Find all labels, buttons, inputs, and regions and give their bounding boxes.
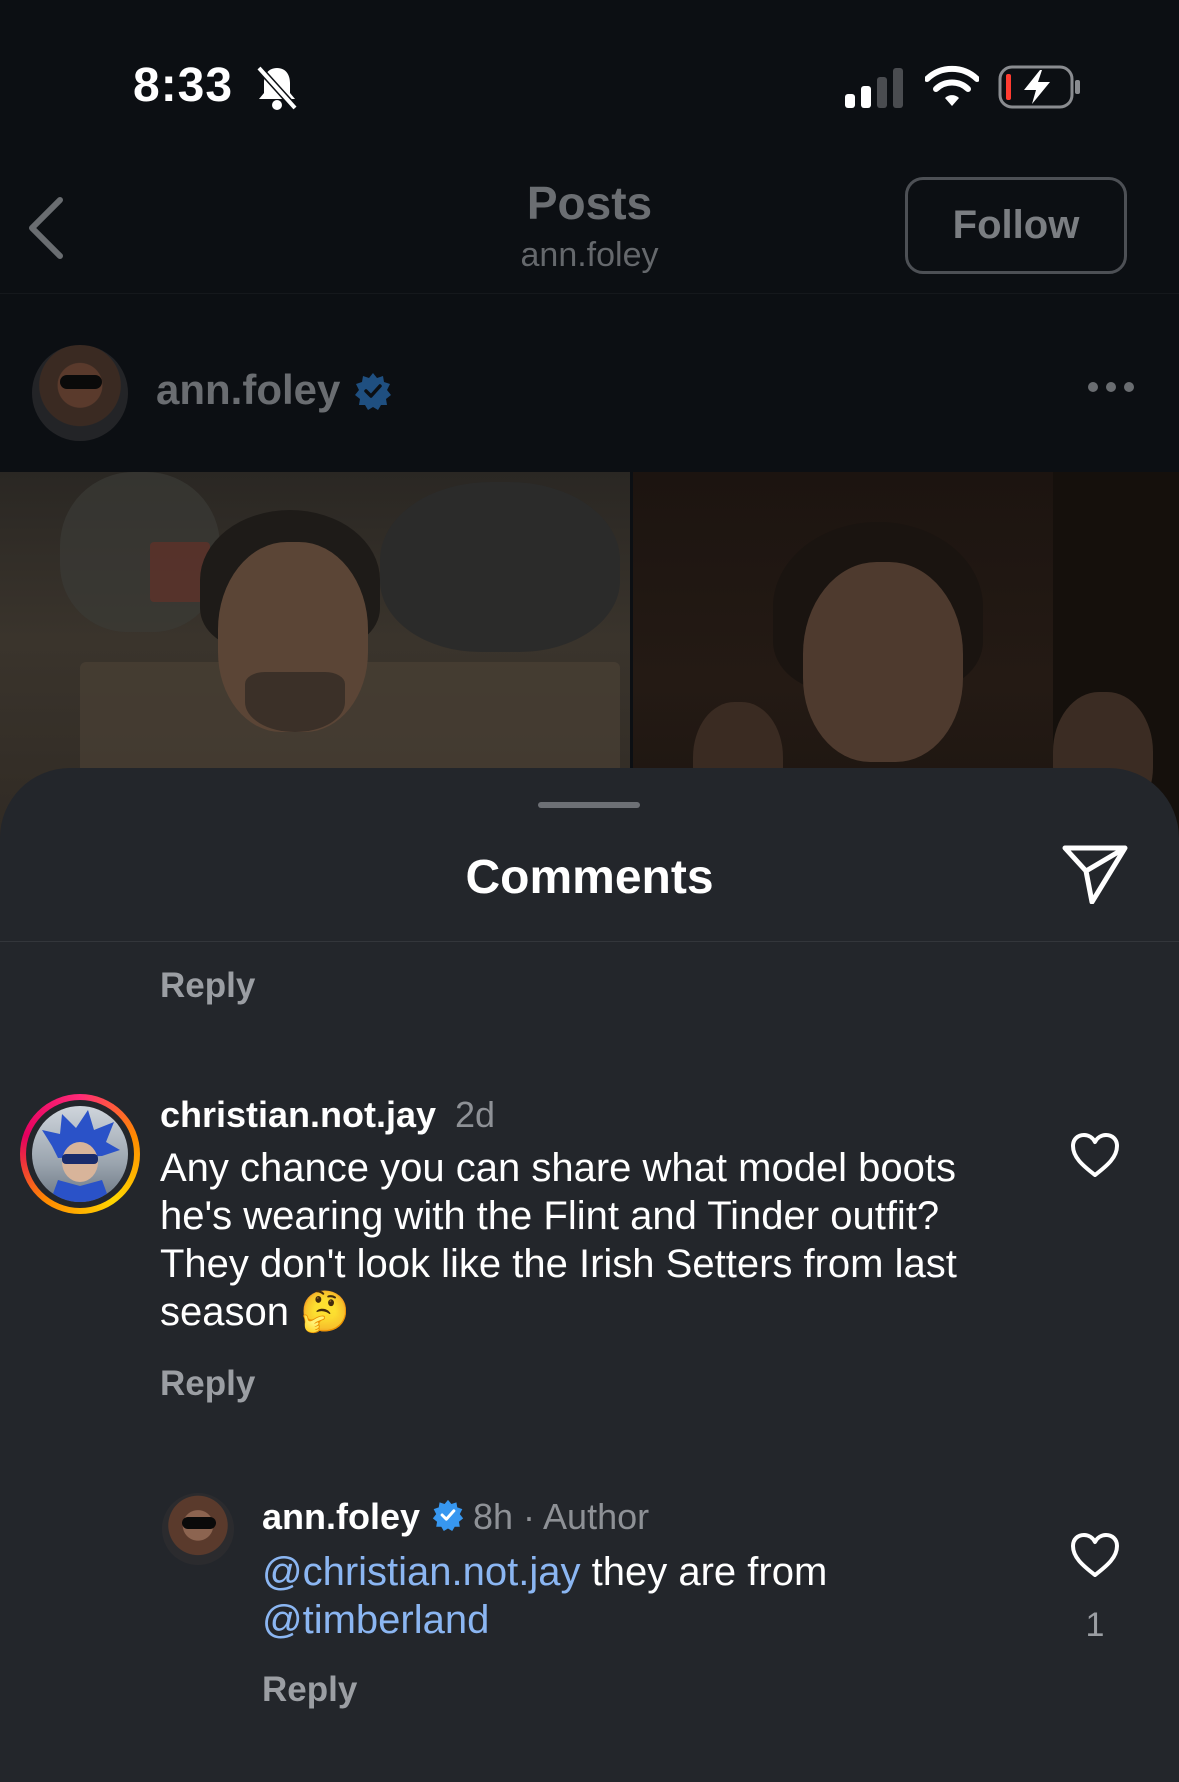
like-heart-icon[interactable]	[1070, 1532, 1120, 1578]
follow-button[interactable]: Follow	[905, 177, 1127, 274]
commenter-avatar[interactable]	[32, 1106, 128, 1202]
post-author-avatar[interactable]	[32, 345, 128, 441]
post-author-username[interactable]: ann.foley	[156, 366, 340, 414]
more-options-icon[interactable]	[1086, 380, 1136, 394]
status-time: 8:33	[133, 59, 234, 112]
verified-badge-icon	[432, 1499, 464, 1531]
comment-text: Any chance you can share what model boot…	[160, 1146, 957, 1334]
sheet-divider	[0, 941, 1179, 942]
reply-text: @christian.not.jay they are from @timber…	[262, 1548, 1022, 1644]
reply-link[interactable]: Reply	[160, 966, 255, 1006]
comments-title: Comments	[465, 851, 714, 904]
reply-link[interactable]: Reply	[262, 1670, 357, 1710]
reply-link[interactable]: Reply	[160, 1364, 255, 1404]
mention-link[interactable]: @christian.not.jay	[262, 1550, 581, 1594]
mention-link[interactable]: @timberland	[262, 1598, 489, 1642]
sheet-grabber[interactable]	[538, 802, 640, 808]
cellular-signal-icon	[845, 68, 903, 108]
commenter-username[interactable]: christian.not.jay	[160, 1094, 436, 1136]
reply-author-username[interactable]: ann.foley	[262, 1496, 420, 1538]
reply-text-body: they are from	[580, 1550, 828, 1594]
like-count: 1	[1085, 1606, 1105, 1644]
verified-badge-icon	[355, 373, 391, 410]
header-divider	[0, 293, 1179, 294]
battery-charging-icon	[998, 65, 1080, 109]
silent-bell-icon	[256, 65, 298, 111]
wifi-icon	[925, 65, 979, 106]
reply-meta: 8h · Author	[473, 1496, 650, 1537]
reply-author-avatar[interactable]	[162, 1493, 234, 1565]
share-send-icon[interactable]	[1062, 844, 1128, 904]
comment-timestamp: 2d	[455, 1094, 496, 1135]
like-heart-icon[interactable]	[1070, 1132, 1120, 1178]
